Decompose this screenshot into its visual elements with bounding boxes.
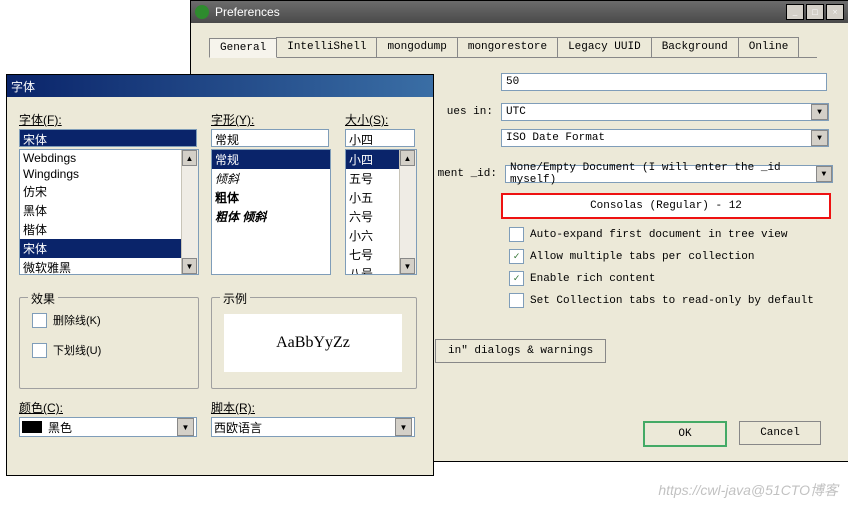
chevron-down-icon: ▼ — [177, 418, 194, 436]
values-in-label-fragment: ues in: — [437, 106, 493, 118]
list-item[interactable]: 仿宋 — [20, 182, 198, 201]
script-select[interactable]: 西欧语言 ▼ — [211, 417, 415, 437]
list-item[interactable]: 常规 — [212, 150, 330, 169]
timezone-select[interactable]: UTC ▼ — [501, 103, 829, 121]
chevron-down-icon: ▼ — [811, 104, 828, 120]
checkbox-underline[interactable] — [32, 343, 47, 358]
tab-background[interactable]: Background — [651, 37, 739, 57]
font-button[interactable]: Consolas (Regular) - 12 — [501, 193, 831, 219]
maximize-button[interactable]: □ — [806, 4, 824, 20]
tab-online[interactable]: Online — [738, 37, 800, 57]
cancel-label: Cancel — [760, 427, 800, 439]
list-item[interactable]: Webdings — [20, 150, 198, 166]
app-logo-icon — [195, 5, 209, 19]
date-format-value: ISO Date Format — [506, 132, 605, 144]
effects-fieldset: 效果 删除线(K) 下划线(U) — [19, 297, 199, 389]
size-list[interactable]: 小四 五号 小五 六号 小六 七号 八号 ▲ ▼ — [345, 149, 417, 275]
scroll-up-icon[interactable]: ▲ — [182, 150, 197, 166]
pref-title: Preferences — [215, 5, 280, 19]
ok-label: OK — [678, 428, 691, 440]
readonly-label: Set Collection tabs to read-only by defa… — [530, 295, 814, 307]
font-list[interactable]: Webdings Wingdings 仿宋 黑体 楷体 宋体 微软雅黑 ▲ ▼ — [19, 149, 199, 275]
sample-title: 示例 — [220, 290, 250, 307]
scroll-up-icon[interactable]: ▲ — [400, 150, 415, 166]
underline-label: 下划线(U) — [53, 342, 101, 358]
list-item[interactable]: 粗体 倾斜 — [212, 207, 330, 226]
ok-button[interactable]: OK — [643, 421, 727, 447]
font-titlebar: 字体 — [7, 75, 433, 97]
font-label: 字体(F): — [19, 111, 62, 128]
font-dialog: 字体 字体(F): 字形(Y): 大小(S): 宋体 常规 小四 Webding… — [6, 74, 434, 476]
document-id-label-fragment: ment _id: — [437, 168, 497, 180]
chevron-down-icon: ▼ — [395, 418, 412, 436]
color-name: 黑色 — [48, 419, 72, 436]
script-value: 西欧语言 — [214, 419, 262, 436]
list-item[interactable]: 倾斜 — [212, 169, 330, 188]
chevron-down-icon: ▼ — [811, 130, 828, 146]
list-item[interactable]: 楷体 — [20, 220, 198, 239]
watermark: https://cwl-java@51CTO博客 — [658, 480, 838, 500]
tab-mongodump[interactable]: mongodump — [376, 37, 457, 57]
tab-mongorestore[interactable]: mongorestore — [457, 37, 558, 57]
multitabs-label: Allow multiple tabs per collection — [530, 251, 754, 263]
date-format-select[interactable]: ISO Date Format ▼ — [501, 129, 829, 147]
sample-fieldset: 示例 AaBbYyZz — [211, 297, 417, 389]
timezone-value: UTC — [506, 106, 526, 118]
font-title: 字体 — [11, 78, 35, 95]
color-label: 颜色(C): — [19, 399, 63, 416]
color-swatch-icon — [22, 421, 42, 433]
tab-general[interactable]: General — [209, 38, 277, 58]
cancel-button[interactable]: Cancel — [739, 421, 821, 445]
pref-tabs: General IntelliShell mongodump mongorest… — [209, 37, 817, 58]
font-size-input[interactable]: 小四 — [345, 129, 415, 147]
pref-titlebar: Preferences _ □ × — [191, 1, 848, 23]
rich-label: Enable rich content — [530, 273, 655, 285]
checkbox-autoexpand[interactable] — [509, 227, 524, 242]
sample-preview: AaBbYyZz — [224, 314, 402, 372]
tab-legacyuuid[interactable]: Legacy UUID — [557, 37, 652, 57]
minimize-button[interactable]: _ — [786, 4, 804, 20]
list-item[interactable]: 粗体 — [212, 188, 330, 207]
checkbox-readonly[interactable] — [509, 293, 524, 308]
list-item[interactable]: 黑体 — [20, 201, 198, 220]
style-label: 字形(Y): — [211, 111, 254, 128]
scrollbar[interactable]: ▲ ▼ — [399, 150, 416, 274]
scroll-down-icon[interactable]: ▼ — [400, 258, 415, 274]
strike-label: 删除线(K) — [53, 312, 101, 328]
list-item[interactable]: Wingdings — [20, 166, 198, 182]
list-item[interactable]: 宋体 — [20, 239, 198, 258]
reset-dialogs-label: in" dialogs & warnings — [448, 345, 593, 357]
size-label: 大小(S): — [345, 111, 388, 128]
document-id-select[interactable]: None/Empty Document (I will enter the _i… — [505, 165, 833, 183]
document-id-value: None/Empty Document (I will enter the _i… — [510, 162, 816, 186]
chevron-down-icon: ▼ — [816, 166, 832, 182]
effects-title: 效果 — [28, 290, 58, 307]
checkbox-strike[interactable] — [32, 313, 47, 328]
list-item[interactable]: 微软雅黑 — [20, 258, 198, 275]
color-select[interactable]: 黑色 ▼ — [19, 417, 197, 437]
autoexpand-label: Auto-expand first document in tree view — [530, 229, 787, 241]
tab-intellishell[interactable]: IntelliShell — [276, 37, 377, 57]
script-label: 脚本(R): — [211, 399, 255, 416]
style-list[interactable]: 常规 倾斜 粗体 粗体 倾斜 — [211, 149, 331, 275]
font-style-input[interactable]: 常规 — [211, 129, 329, 147]
close-button[interactable]: × — [826, 4, 844, 20]
font-button-label: Consolas (Regular) - 12 — [590, 200, 742, 212]
font-name-input[interactable]: 宋体 — [19, 129, 197, 147]
reset-dialogs-button[interactable]: in" dialogs & warnings — [435, 339, 606, 363]
checkbox-rich[interactable]: ✓ — [509, 271, 524, 286]
checkbox-multitabs[interactable]: ✓ — [509, 249, 524, 264]
scrollbar[interactable]: ▲ ▼ — [181, 150, 198, 274]
batch-size-input[interactable] — [501, 73, 827, 91]
scroll-down-icon[interactable]: ▼ — [182, 258, 197, 274]
